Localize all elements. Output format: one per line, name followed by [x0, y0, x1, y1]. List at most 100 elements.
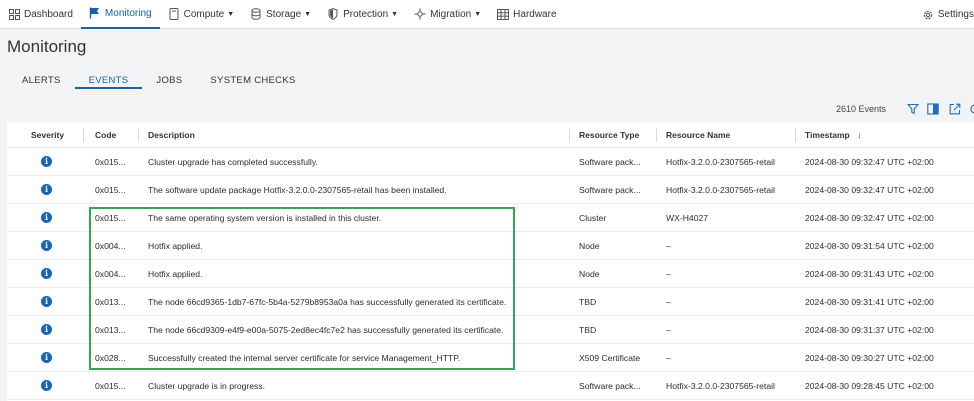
nav-label: Hardware: [513, 8, 557, 20]
cell-resource-name: –: [666, 353, 671, 363]
nav-protection[interactable]: Protection ▼: [319, 0, 406, 29]
table-row[interactable]: i 0x015... The software update package H…: [7, 176, 974, 204]
columns-icon[interactable]: [926, 102, 940, 116]
table-row[interactable]: i 0x004... Hotfix applied. Node – 2024-0…: [7, 260, 974, 288]
tab-alerts[interactable]: ALERTS: [8, 74, 75, 89]
chevron-down-icon: ▼: [227, 10, 235, 18]
cell-code: 0x013...: [95, 325, 126, 335]
nav-label: Dashboard: [24, 8, 73, 20]
table-header: Severity Code Description Resource Type …: [7, 122, 974, 148]
table-row[interactable]: i 0x028... Successfully created the inte…: [7, 344, 974, 372]
column-header-code[interactable]: Code: [95, 122, 116, 148]
nav-monitoring[interactable]: Monitoring: [80, 0, 160, 29]
info-icon: i: [41, 268, 52, 279]
dashboard-icon: [8, 8, 20, 20]
column-divider[interactable]: [569, 128, 570, 142]
event-count: 2610 Events: [836, 104, 887, 114]
nav-label: Migration: [430, 8, 472, 20]
column-header-timestamp[interactable]: Timestamp ↓: [805, 122, 861, 148]
tab-events[interactable]: EVENTS: [74, 74, 143, 89]
cell-timestamp: 2024-08-30 09:30:27 UTC +02:00: [805, 353, 934, 363]
nav-label: Compute: [183, 8, 225, 20]
column-divider[interactable]: [656, 128, 657, 142]
chevron-down-icon: ▼: [304, 10, 312, 18]
refresh-icon[interactable]: [968, 102, 974, 116]
cell-description: The software update package Hotfix-3.2.0…: [148, 185, 447, 195]
info-icon: i: [41, 296, 52, 307]
chevron-down-icon: ▼: [391, 10, 399, 18]
column-divider[interactable]: [795, 128, 796, 142]
table-row[interactable]: i 0x015... The same operating system ver…: [7, 204, 974, 232]
cell-code: 0x015...: [95, 381, 126, 391]
hardware-icon: [497, 8, 510, 20]
cell-resource-type: TBD: [579, 297, 597, 307]
page-title: Monitoring: [7, 37, 87, 56]
cell-description: Cluster upgrade has completed successful…: [148, 157, 318, 167]
cell-resource-name: –: [666, 241, 671, 251]
compute-icon: [168, 8, 180, 20]
cell-code: 0x015...: [95, 157, 126, 167]
monitoring-tabs: ALERTS EVENTS JOBS SYSTEM CHECKS: [8, 74, 310, 90]
nav-label: Protection: [343, 8, 389, 20]
cell-timestamp: 2024-08-30 09:31:43 UTC +02:00: [805, 269, 934, 279]
cell-description: Hotfix applied.: [148, 269, 203, 279]
cell-code: 0x015...: [95, 213, 126, 223]
cell-description: Cluster upgrade is in progress.: [148, 381, 266, 391]
cell-code: 0x004...: [95, 241, 126, 251]
cell-resource-name[interactable]: Hotfix-3.2.0.0-2307565-retail: [666, 372, 775, 400]
column-header-resource-type[interactable]: Resource Type: [579, 122, 639, 148]
table-row[interactable]: i 0x013... The node 66cd9309-e4f9-e00a-5…: [7, 316, 974, 344]
table-row[interactable]: i 0x004... Hotfix applied. Node – 2024-0…: [7, 232, 974, 260]
table-row[interactable]: i 0x015... Cluster upgrade is in progres…: [7, 372, 974, 400]
nav-settings[interactable]: Settings: [914, 0, 974, 29]
cell-description: Hotfix applied.: [148, 241, 203, 251]
cell-resource-type: TBD: [579, 325, 597, 335]
filter-icon[interactable]: [906, 102, 920, 116]
sort-descending-icon[interactable]: ↓: [857, 130, 861, 140]
cell-timestamp: 2024-08-30 09:32:47 UTC +02:00: [805, 185, 934, 195]
nav-migration[interactable]: Migration ▼: [406, 0, 489, 29]
nav-storage[interactable]: Storage ▼: [242, 0, 319, 29]
info-icon: i: [41, 380, 52, 391]
table-row[interactable]: i 0x013... The node 66cd9365-1db7-67fc-5…: [7, 288, 974, 316]
top-navigation-bar: Dashboard Monitoring Compute ▼ Storage ▼…: [0, 0, 974, 29]
export-icon[interactable]: [948, 102, 962, 116]
column-divider[interactable]: [138, 128, 139, 142]
table-row[interactable]: i 0x015... Cluster upgrade has completed…: [7, 148, 974, 176]
tab-system-checks[interactable]: SYSTEM CHECKS: [196, 74, 309, 89]
cell-code: 0x028...: [95, 353, 126, 363]
column-header-label: Timestamp: [805, 130, 850, 140]
cell-resource-name: –: [666, 269, 671, 279]
cell-description: The same operating system version is ins…: [148, 213, 382, 223]
nav-hardware[interactable]: Hardware: [489, 0, 564, 29]
cell-resource-name[interactable]: Hotfix-3.2.0.0-2307565-retail: [666, 176, 775, 204]
cell-timestamp: 2024-08-30 09:32:47 UTC +02:00: [805, 213, 934, 223]
cell-resource-name[interactable]: WX-H4027: [666, 204, 708, 232]
nav-label: Monitoring: [104, 7, 152, 19]
info-icon: i: [41, 352, 52, 363]
cell-resource-name: –: [666, 297, 671, 307]
nav-label: Settings: [937, 9, 974, 20]
cell-resource-type: Software pack...: [579, 381, 641, 391]
flag-icon: [89, 7, 101, 19]
storage-icon: [250, 8, 262, 20]
info-icon: i: [41, 156, 52, 167]
nav-label: Storage: [266, 8, 302, 20]
cell-resource-type: Software pack...: [579, 185, 641, 195]
cell-code: 0x004...: [95, 269, 126, 279]
column-divider[interactable]: [83, 128, 84, 142]
info-icon: i: [41, 240, 52, 251]
column-header-resource-name[interactable]: Resource Name: [666, 122, 730, 148]
gear-icon: [922, 9, 934, 21]
column-header-severity[interactable]: Severity: [31, 122, 64, 148]
cell-resource-name: –: [666, 325, 671, 335]
tab-jobs[interactable]: JOBS: [142, 74, 196, 89]
cell-resource-name[interactable]: Hotfix-3.2.0.0-2307565-retail: [666, 148, 775, 176]
nav-compute[interactable]: Compute ▼: [160, 0, 243, 29]
info-icon: i: [41, 324, 52, 335]
nav-dashboard[interactable]: Dashboard: [0, 0, 81, 29]
cell-timestamp: 2024-08-30 09:32:47 UTC +02:00: [805, 157, 934, 167]
info-icon: i: [41, 212, 52, 223]
column-header-description[interactable]: Description: [148, 122, 195, 148]
cell-resource-type: Software pack...: [579, 157, 641, 167]
